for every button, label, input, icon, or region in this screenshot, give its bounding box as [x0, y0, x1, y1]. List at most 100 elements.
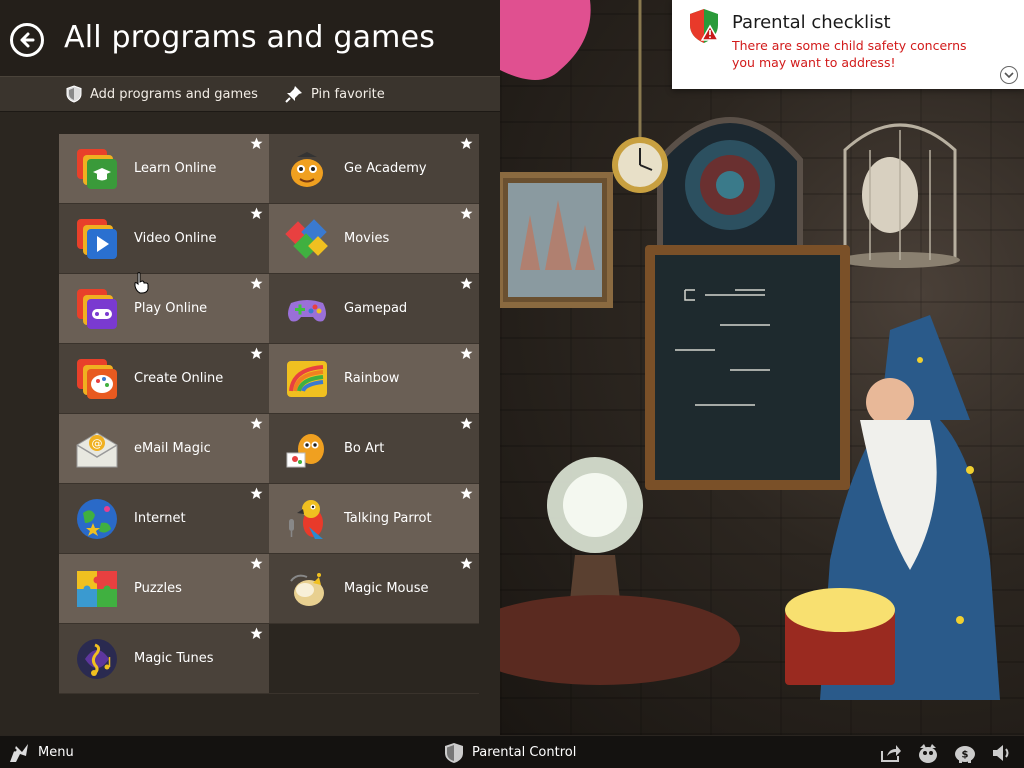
favorite-star-icon[interactable]: [460, 417, 473, 430]
pin-favorite-button[interactable]: Pin favorite: [285, 83, 385, 105]
svg-text:$: $: [962, 749, 969, 760]
favorite-star-icon[interactable]: [250, 627, 263, 640]
speaker-icon: [993, 744, 1009, 761]
shield-icon: [66, 85, 82, 103]
tile-magic-mouse[interactable]: Magic Mouse: [269, 554, 479, 624]
tile-rainbow[interactable]: Rainbow: [269, 344, 479, 414]
mascot-icon: [919, 743, 937, 763]
share-icon: [881, 744, 901, 762]
parental-control-button[interactable]: Parental Control: [444, 736, 576, 768]
back-button[interactable]: [10, 23, 44, 57]
menu-label: Menu: [38, 745, 74, 760]
parental-control-label: Parental Control: [472, 745, 577, 760]
piggy-bank-icon: $: [955, 745, 975, 763]
menu-button[interactable]: Menu: [8, 736, 74, 768]
tile-label: Magic Mouse: [344, 581, 429, 596]
favorite-star-icon[interactable]: [460, 347, 473, 360]
share-button[interactable]: [879, 741, 903, 765]
tile-label: Gamepad: [344, 301, 408, 316]
treasure-chest: [785, 588, 895, 685]
page-title: All programs and games: [64, 20, 436, 55]
tile-label: Talking Parrot: [344, 511, 432, 526]
tile-label: Movies: [344, 231, 390, 246]
create-online-icon: [77, 358, 117, 399]
pin-favorite-label: Pin favorite: [311, 86, 385, 102]
favorite-star-icon[interactable]: [460, 487, 473, 500]
favorite-star-icon[interactable]: [250, 417, 263, 430]
chevron-down-icon: [1004, 72, 1014, 79]
tile-label: Magic Tunes: [134, 651, 214, 666]
gamepad-icon: [288, 299, 326, 321]
mascot-button[interactable]: [916, 741, 940, 765]
tile-learn-online[interactable]: Learn Online: [59, 134, 269, 204]
movies-icon: [285, 218, 328, 259]
tile-label: Rainbow: [344, 371, 400, 386]
app-root: All programs and games Add programs and …: [0, 0, 1024, 768]
tile-label: eMail Magic: [134, 441, 211, 456]
empty-tile-slot: [269, 624, 479, 694]
favorite-star-icon[interactable]: [460, 557, 473, 570]
magic-tunes-icon: [77, 638, 117, 679]
add-programs-button[interactable]: Add programs and games: [66, 83, 258, 105]
favorite-star-icon[interactable]: [250, 277, 263, 290]
tile-ge-academy[interactable]: Ge Academy: [269, 134, 479, 204]
favorite-star-icon[interactable]: [250, 557, 263, 570]
tile-movies[interactable]: Movies: [269, 204, 479, 274]
talking-parrot-icon: [289, 499, 323, 539]
play-online-icon: [77, 288, 117, 329]
wizard-scene-illustration: [500, 0, 1000, 700]
favorite-star-icon[interactable]: [460, 207, 473, 220]
tile-video-online[interactable]: Video Online: [59, 204, 269, 274]
expand-notification-button[interactable]: [1000, 66, 1018, 84]
favorite-star-icon[interactable]: [250, 207, 263, 220]
birdcage: [840, 123, 960, 268]
svg-text:@: @: [92, 437, 103, 450]
bo-art-icon: [286, 433, 324, 467]
tile-gamepad[interactable]: Gamepad: [269, 274, 479, 344]
stained-glass-window: [657, 117, 803, 253]
pink-cushion: [500, 0, 591, 80]
tile-label: Create Online: [134, 371, 224, 386]
system-tray: $: [879, 736, 1014, 768]
tile-label: Internet: [134, 511, 186, 526]
tile-email-magic[interactable]: @ eMail Magic: [59, 414, 269, 484]
wizard-scene-background: [500, 0, 1024, 735]
round-table: [500, 595, 740, 685]
parental-checklist-notification[interactable]: Parental checklist There are some child …: [672, 0, 1024, 89]
favorite-star-icon[interactable]: [460, 137, 473, 150]
notification-title: Parental checklist: [732, 12, 891, 33]
favorite-star-icon[interactable]: [250, 487, 263, 500]
email-magic-icon: @: [76, 431, 118, 467]
learn-online-icon: [77, 148, 117, 189]
tile-label: Bo Art: [344, 441, 385, 456]
chalkboard: [645, 245, 850, 490]
volume-button[interactable]: [990, 741, 1014, 765]
puzzles-icon: [77, 570, 117, 607]
panel-header: All programs and games: [0, 0, 500, 76]
tile-label: Video Online: [134, 231, 217, 246]
tile-talking-parrot[interactable]: Talking Parrot: [269, 484, 479, 554]
add-programs-label: Add programs and games: [90, 86, 258, 102]
taskbar: Menu Parental Control $: [0, 735, 1024, 768]
favorite-star-icon[interactable]: [250, 137, 263, 150]
magic-mouse-icon: [290, 572, 324, 606]
crystal-ball: [547, 457, 643, 600]
piggy-bank-button[interactable]: $: [953, 741, 977, 765]
tile-magic-tunes[interactable]: Magic Tunes: [59, 624, 269, 694]
tile-internet[interactable]: Internet: [59, 484, 269, 554]
tile-puzzles[interactable]: Puzzles: [59, 554, 269, 624]
notification-message: There are some child safety concerns you…: [732, 38, 967, 70]
tile-label: Puzzles: [134, 581, 182, 596]
ge-academy-icon: [291, 151, 323, 187]
shield-icon: [445, 742, 463, 763]
programs-panel: All programs and games Add programs and …: [0, 0, 500, 735]
favorite-star-icon[interactable]: [460, 277, 473, 290]
tile-create-online[interactable]: Create Online: [59, 344, 269, 414]
back-arrow-icon: [20, 32, 35, 48]
tile-bo-art[interactable]: Bo Art: [269, 414, 479, 484]
video-online-icon: [77, 218, 117, 259]
tile-play-online[interactable]: Play Online: [59, 274, 269, 344]
rainbow-icon: [287, 360, 327, 397]
favorite-star-icon[interactable]: [250, 347, 263, 360]
shield-alert-icon: [690, 9, 720, 43]
